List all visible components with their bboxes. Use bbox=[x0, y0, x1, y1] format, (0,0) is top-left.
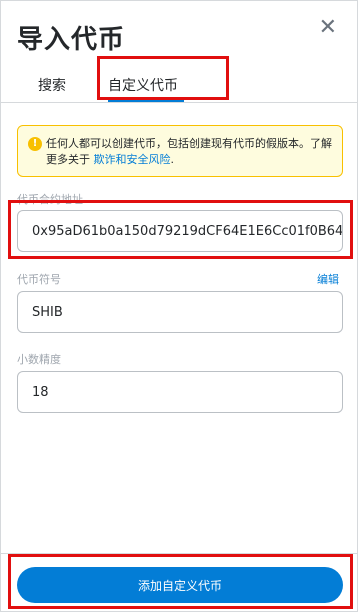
info-icon: ! bbox=[28, 137, 42, 151]
alert-text: 任何人都可以创建代币，包括创建现有代币的假版本。了解更多关于 bbox=[46, 137, 332, 166]
edit-symbol-link[interactable]: 编辑 bbox=[317, 271, 339, 287]
import-token-panel: 导入代币 ✕ 搜索 自定义代币 ! 任何人都可以创建代币，包括创建现有代币的假版… bbox=[0, 0, 358, 612]
alert-message: 任何人都可以创建代币，包括创建现有代币的假版本。了解更多关于 欺诈和安全风险. bbox=[46, 136, 336, 168]
symbol-label: 代币符号 bbox=[17, 273, 61, 286]
decimals-label: 小数精度 bbox=[17, 353, 61, 366]
address-highlight-box bbox=[8, 200, 353, 259]
button-highlight-box bbox=[8, 554, 353, 609]
alert-suffix: . bbox=[170, 153, 175, 166]
tab-search[interactable]: 搜索 bbox=[38, 75, 66, 95]
close-icon[interactable]: ✕ bbox=[319, 17, 337, 39]
token-symbol-input[interactable]: SHIB bbox=[17, 291, 343, 333]
warning-alert: ! 任何人都可以创建代币，包括创建现有代币的假版本。了解更多关于 欺诈和安全风险… bbox=[17, 125, 343, 177]
tab-highlight-box bbox=[97, 56, 229, 100]
page-title: 导入代币 bbox=[17, 25, 126, 55]
scam-risk-link[interactable]: 欺诈和安全风险 bbox=[94, 153, 171, 166]
token-decimals-input[interactable]: 18 bbox=[17, 371, 343, 413]
